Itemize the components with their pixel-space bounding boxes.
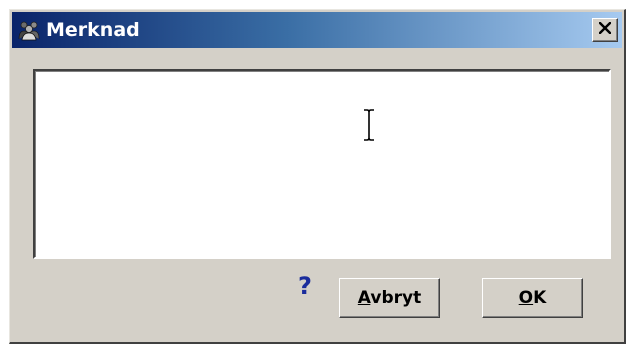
ok-button-label: OK	[518, 288, 547, 308]
help-icon[interactable]: ?	[295, 272, 315, 300]
dialog-window: Merknad ? Avbryt OK	[9, 9, 626, 344]
close-x-icon	[598, 21, 612, 39]
cancel-button[interactable]: Avbryt	[339, 278, 440, 318]
note-textarea[interactable]	[35, 71, 609, 257]
note-textarea-frame	[33, 69, 611, 259]
title-bar[interactable]: Merknad	[12, 12, 622, 48]
close-button[interactable]	[592, 18, 618, 42]
cancel-button-label: Avbryt	[357, 288, 422, 308]
users-group-icon	[18, 19, 40, 41]
window-title: Merknad	[46, 19, 140, 41]
ok-button[interactable]: OK	[482, 278, 583, 318]
